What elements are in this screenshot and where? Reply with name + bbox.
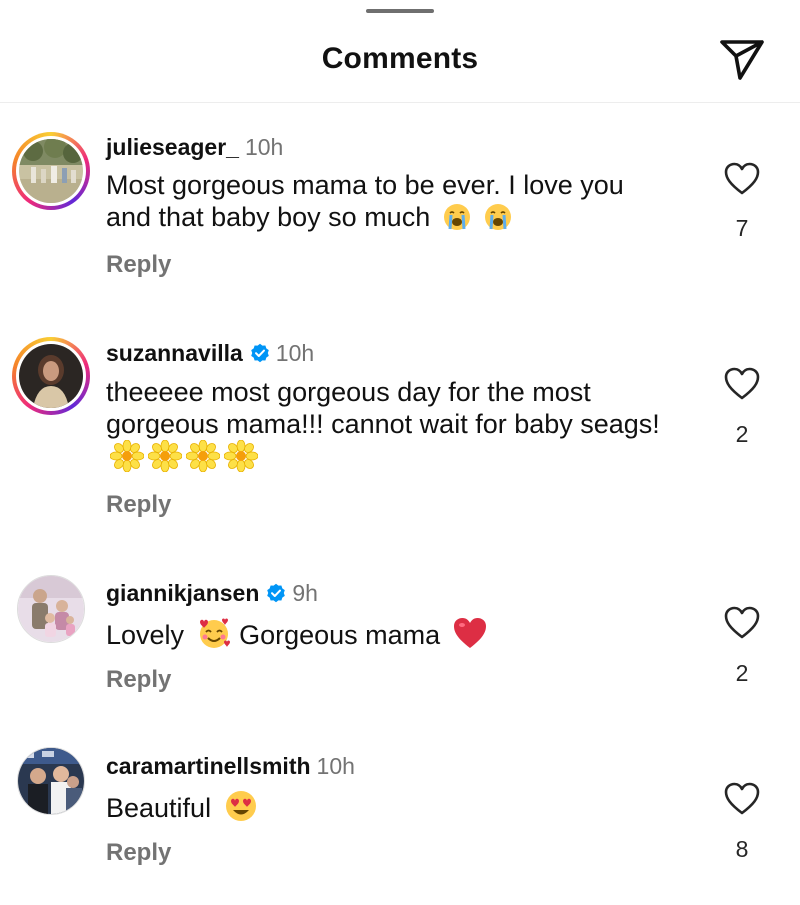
heart-icon[interactable] [724,162,760,196]
blossom-icon [186,440,220,472]
username[interactable]: julieseager_ [106,134,239,160]
username[interactable]: caramartinellsmith [106,753,311,779]
avatar [17,575,85,643]
like-count: 8 [735,836,749,862]
comment-meta: caramartinellsmith 10h [106,753,355,780]
comments-header: Comments [0,0,800,103]
verified-badge-icon [250,343,269,363]
heart-eyes-face-icon [225,791,256,821]
timestamp: 10h [316,753,355,779]
avatar-wrap[interactable] [12,570,90,648]
send-icon[interactable] [718,38,766,82]
comment-body-start: Lovely [106,620,185,650]
comment-body: theeeee most gorgeous day for the most g… [106,377,660,439]
heart-icon[interactable] [724,606,760,640]
comment-meta: giannikjansen 9h [106,580,318,607]
loudly-crying-face-icon [485,204,512,230]
comment-meta: suzannavilla 10h [106,340,314,367]
avatar-story-ring[interactable] [12,132,90,210]
timestamp: 10h [275,340,315,366]
comment-meta: julieseager_ 10h [106,134,283,161]
reply-button[interactable]: Reply [106,839,171,867]
username[interactable]: suzannavilla [106,340,243,366]
avatar [17,747,85,815]
comment-body-end: Gorgeous mama [239,620,441,650]
page-title: Comments [321,42,479,75]
timestamp: 10h [244,134,284,160]
blossom-icon [224,440,258,472]
like-count: 2 [735,421,749,447]
avatar-story-ring[interactable] [12,337,90,415]
username[interactable]: giannikjansen [106,580,259,606]
loudly-crying-face-icon [443,204,470,230]
reply-button[interactable]: Reply [106,666,171,694]
reply-button[interactable]: Reply [106,491,171,519]
comment-body: Beautiful [106,793,212,823]
comment-text: Lovely Gorgeous mama [106,616,666,651]
avatar [19,139,83,203]
like-count: 7 [735,215,749,241]
comment-text: theeeee most gorgeous day for the most g… [106,376,676,473]
blossom-icon [148,440,182,472]
comment-text: Beautiful [106,789,666,824]
avatar-wrap[interactable] [12,742,90,820]
heart-icon[interactable] [724,367,760,401]
red-heart-icon [453,618,486,648]
comment-body: Most gorgeous mama to be ever. I love yo… [106,170,624,232]
verified-badge-icon [267,583,286,603]
smiling-face-with-hearts-icon [199,618,230,648]
comments-sheet: Comments julieseager_ 10h Most gorgeous … [0,0,800,905]
blossom-icon [110,440,144,472]
heart-icon[interactable] [724,782,760,816]
avatar [19,344,83,408]
comment-text: Most gorgeous mama to be ever. I love yo… [106,169,666,233]
reply-button[interactable]: Reply [106,251,171,279]
timestamp: 9h [292,580,318,606]
like-count: 2 [735,660,749,686]
